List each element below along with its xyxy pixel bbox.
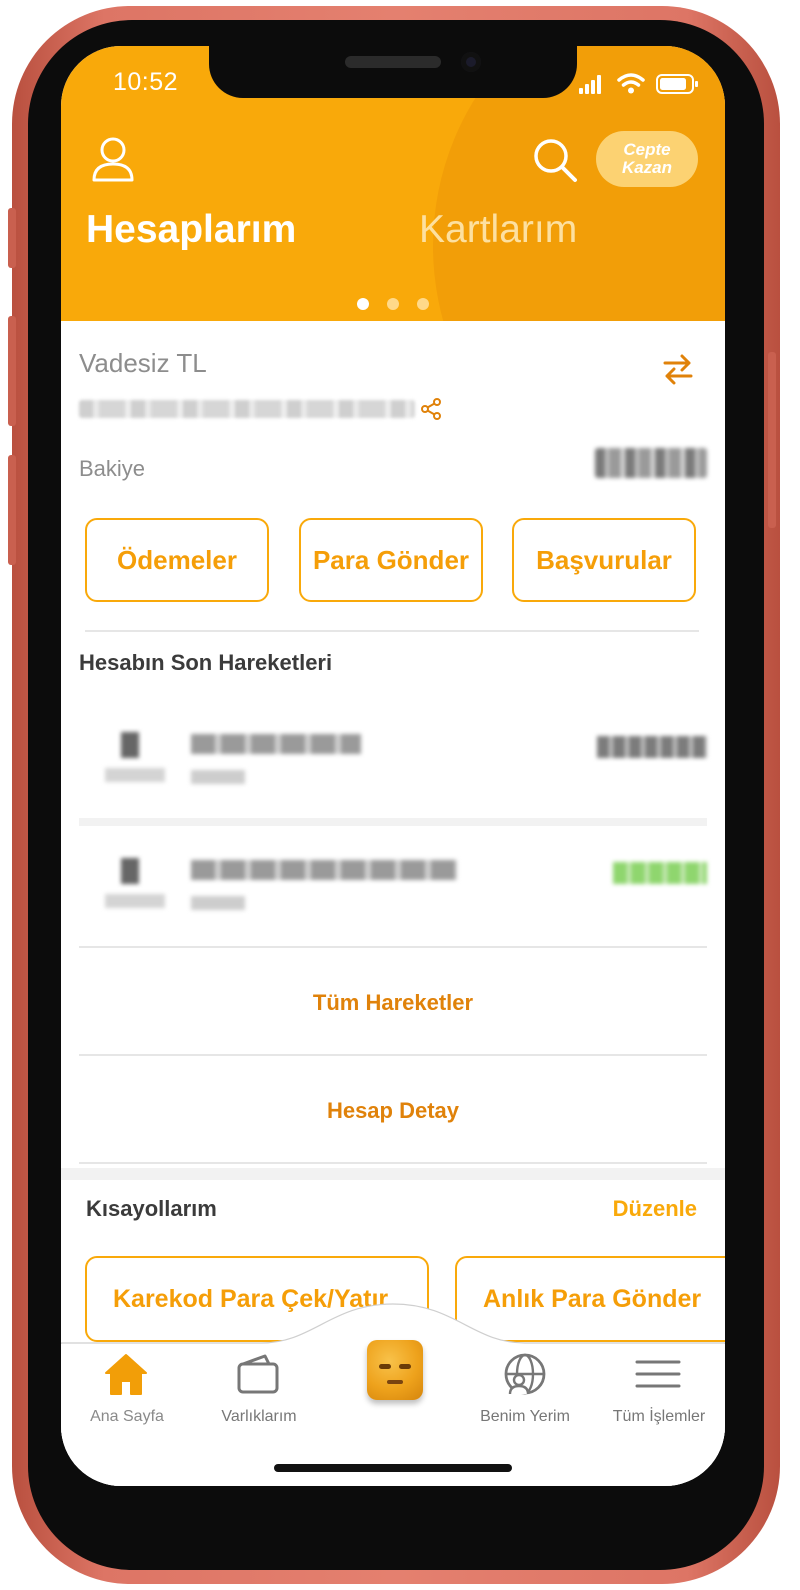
profile-icon[interactable] [91, 136, 135, 182]
all-transactions-link[interactable]: Tüm Hareketler [61, 990, 725, 1016]
payments-button[interactable]: Ödemeler [85, 518, 269, 602]
side-button [8, 455, 16, 565]
divider [79, 946, 707, 948]
cepte-kazan-button[interactable]: Cepte Kazan [596, 131, 698, 187]
transfer-icon[interactable] [661, 352, 695, 386]
transaction-amount-masked [613, 862, 707, 884]
tab-all-operations[interactable]: Tüm İşlemler [593, 1342, 725, 1442]
account-name: Vadesiz TL [79, 348, 207, 378]
wifi-icon [617, 73, 645, 82]
transaction-day-masked [121, 732, 139, 758]
speaker [345, 56, 441, 68]
divider [79, 1162, 707, 1164]
cepte-kazan-line1: Cepte [623, 140, 671, 159]
transaction-description-masked [191, 860, 457, 880]
wallet-icon [237, 1354, 279, 1394]
divider [79, 818, 707, 826]
tab-home-label: Ana Sayfa [90, 1408, 164, 1425]
share-icon[interactable] [420, 398, 442, 420]
account-detail-link[interactable]: Hesap Detay [61, 1098, 725, 1124]
mascot-eye [399, 1364, 411, 1369]
iban-masked [79, 400, 415, 418]
tab-kartlarim[interactable]: Kartlarım [419, 208, 577, 252]
page-dot [387, 298, 399, 310]
page-dot [417, 298, 429, 310]
mascot-eye [379, 1364, 391, 1369]
search-icon[interactable] [531, 136, 579, 184]
balance-label: Bakiye [79, 456, 146, 481]
transaction-month-masked [105, 768, 165, 782]
cepte-kazan-line2: Kazan [621, 158, 673, 177]
transaction-month-masked [105, 894, 165, 908]
globe-user-icon [504, 1353, 546, 1395]
section-separator [61, 1168, 725, 1180]
screen: 10:52 Cepte Kazan Hesaplarım Kartlarım V… [61, 46, 725, 1486]
front-camera [461, 52, 481, 72]
tab-assets[interactable]: Varlıklarım [193, 1342, 325, 1442]
tab-assets-label: Varlıklarım [221, 1408, 297, 1425]
mascot-button[interactable] [367, 1340, 423, 1400]
status-icons [579, 73, 698, 94]
home-icon [105, 1354, 147, 1395]
edit-shortcuts-link[interactable]: Düzenle [613, 1196, 697, 1222]
home-indicator [274, 1464, 512, 1472]
notch [209, 46, 577, 98]
tab-my-place-label: Benim Yerim [480, 1408, 570, 1425]
tab-my-place[interactable]: Benim Yerim [459, 1342, 591, 1442]
signal-icon [579, 88, 583, 94]
page-indicator [357, 298, 429, 310]
balance-value-masked [595, 448, 707, 478]
menu-icon [635, 1360, 681, 1388]
tab-all-operations-label: Tüm İşlemler [612, 1408, 706, 1425]
transaction-row[interactable] [79, 858, 707, 958]
applications-button[interactable]: Başvurular [512, 518, 696, 602]
status-time: 10:52 [113, 68, 179, 96]
send-money-button[interactable]: Para Gönder [299, 518, 483, 602]
side-button [768, 352, 776, 528]
shortcuts-title: Kısayollarım [86, 1196, 217, 1221]
transaction-description-masked [191, 734, 361, 754]
transaction-row[interactable] [79, 732, 707, 832]
divider [79, 1054, 707, 1056]
transaction-amount-masked [597, 736, 707, 758]
transaction-day-masked [121, 858, 139, 884]
transaction-time-masked [191, 770, 245, 784]
tab-hesaplarim[interactable]: Hesaplarım [86, 208, 296, 252]
divider [85, 630, 699, 632]
side-button [8, 208, 16, 268]
transaction-time-masked [191, 896, 245, 910]
recent-transactions-title: Hesabın Son Hareketleri [79, 650, 333, 675]
tab-home[interactable]: Ana Sayfa [61, 1342, 193, 1442]
side-button [8, 316, 16, 426]
page-dot [357, 298, 369, 310]
mascot-mouth [387, 1380, 403, 1384]
